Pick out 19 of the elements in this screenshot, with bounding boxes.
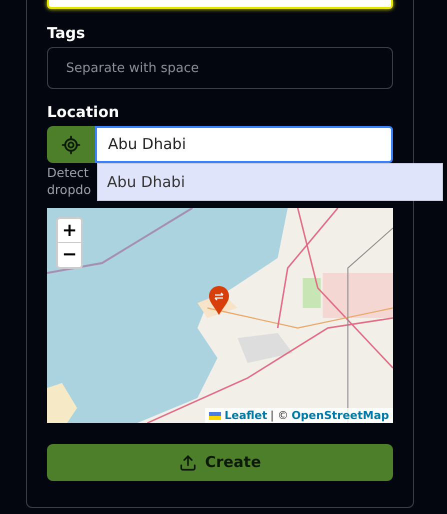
map-marker-icon xyxy=(208,286,230,316)
attribution-text: | © xyxy=(270,410,288,421)
field-label: Location xyxy=(47,102,120,122)
locate-icon xyxy=(61,134,81,154)
description-field[interactable] xyxy=(47,0,393,9)
locate-button[interactable] xyxy=(47,126,95,163)
openstreetmap-link[interactable]: OpenStreetMap xyxy=(291,410,389,421)
zoom-out-button[interactable]: − xyxy=(58,243,81,267)
upload-icon xyxy=(178,454,197,472)
flag-icon xyxy=(209,412,222,420)
create-button[interactable]: Create xyxy=(47,444,393,481)
helper-text: dropdo xyxy=(47,181,91,198)
helper-text: Detect xyxy=(47,164,89,181)
leaflet-link[interactable]: Leaflet xyxy=(224,410,268,421)
tags-field[interactable]: Separate with space xyxy=(47,47,393,89)
map[interactable]: + − Leaflet | © OpenStreetMap xyxy=(47,208,393,423)
field-label: Tags xyxy=(47,23,86,43)
location-field[interactable]: Abu Dhabi xyxy=(95,126,393,163)
zoom-in-button[interactable]: + xyxy=(58,219,81,243)
